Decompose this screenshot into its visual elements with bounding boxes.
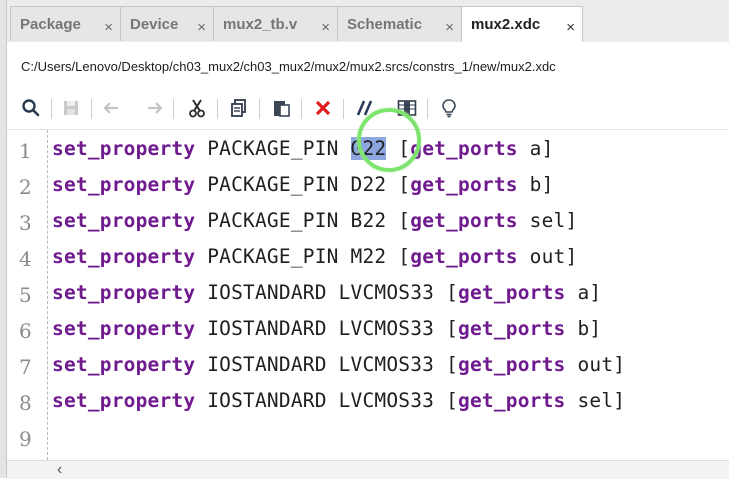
close-icon[interactable]: ×	[197, 19, 206, 36]
code-editor[interactable]: 1 set_property PACKAGE_PIN G22 [get_port…	[7, 130, 729, 460]
close-icon[interactable]: ×	[104, 19, 113, 36]
tab-label: Package	[20, 16, 81, 33]
window-border	[0, 0, 7, 478]
tab-mux2-xdc[interactable]: mux2.xdc ×	[461, 6, 583, 42]
tab-label: mux2_tb.v	[223, 16, 298, 33]
line-number: 4	[19, 247, 32, 271]
code-line[interactable]: 5 set_property IOSTANDARD LVCMOS33 [get_…	[7, 276, 729, 312]
line-number: 9	[19, 427, 32, 451]
save-icon[interactable]	[59, 96, 83, 120]
code-text[interactable]: set_property PACKAGE_PIN M22 [get_ports …	[52, 245, 577, 268]
line-number: 6	[19, 319, 32, 343]
line-number: 1	[19, 139, 32, 163]
paste-icon[interactable]	[269, 96, 293, 120]
redo-icon[interactable]	[141, 96, 165, 120]
scroll-left-icon[interactable]: ‹	[57, 461, 62, 479]
tab-schematic[interactable]: Schematic ×	[337, 6, 462, 41]
code-text[interactable]: set_property PACKAGE_PIN D22 [get_ports …	[52, 173, 554, 196]
tab-package[interactable]: Package ×	[10, 6, 121, 41]
tab-label: Device	[130, 16, 179, 33]
line-number: 5	[19, 283, 32, 307]
tab-bar: Package × Device × mux2_tb.v × Schematic…	[7, 0, 729, 43]
line-number: 7	[19, 355, 32, 379]
tab-label: Schematic	[347, 16, 423, 33]
code-line[interactable]: 9	[7, 420, 729, 456]
code-text[interactable]: set_property IOSTANDARD LVCMOS33 [get_po…	[52, 389, 625, 412]
close-icon[interactable]: ×	[445, 19, 454, 36]
code-text[interactable]: set_property IOSTANDARD LVCMOS33 [get_po…	[52, 353, 625, 376]
close-icon[interactable]: ×	[321, 19, 330, 36]
code-text[interactable]: set_property PACKAGE_PIN G22 [get_ports …	[52, 137, 554, 160]
lightbulb-icon[interactable]	[437, 96, 461, 120]
undo-icon[interactable]	[101, 96, 125, 120]
file-path: C:/Users/Lenovo/Desktop/ch03_mux2/ch03_m…	[21, 59, 556, 74]
tab-device[interactable]: Device ×	[120, 6, 214, 41]
code-text[interactable]: set_property IOSTANDARD LVCMOS33 [get_po…	[52, 281, 601, 304]
code-line[interactable]: 3 set_property PACKAGE_PIN B22 [get_port…	[7, 204, 729, 240]
code-text[interactable]: set_property IOSTANDARD LVCMOS33 [get_po…	[52, 317, 601, 340]
tab-mux2-tb[interactable]: mux2_tb.v ×	[213, 6, 338, 41]
tab-label: mux2.xdc	[471, 16, 541, 33]
code-line[interactable]: 2 set_property PACKAGE_PIN D22 [get_port…	[7, 168, 729, 204]
code-line[interactable]: 6 set_property IOSTANDARD LVCMOS33 [get_…	[7, 312, 729, 348]
delete-icon[interactable]	[311, 96, 335, 120]
cut-icon[interactable]	[185, 96, 209, 120]
cursor-highlight-ring	[357, 108, 421, 172]
code-text[interactable]: set_property PACKAGE_PIN B22 [get_ports …	[52, 209, 577, 232]
editor-window: Package × Device × mux2_tb.v × Schematic…	[0, 0, 729, 479]
copy-icon[interactable]	[227, 96, 251, 120]
file-path-bar: C:/Users/Lenovo/Desktop/ch03_mux2/ch03_m…	[7, 42, 729, 88]
code-line[interactable]: 4 set_property PACKAGE_PIN M22 [get_port…	[7, 240, 729, 276]
line-number: 3	[19, 211, 32, 235]
line-number: 8	[19, 391, 32, 415]
close-icon[interactable]: ×	[566, 19, 575, 36]
search-icon[interactable]	[19, 96, 43, 120]
line-number: 2	[19, 175, 32, 199]
code-line[interactable]: 7 set_property IOSTANDARD LVCMOS33 [get_…	[7, 348, 729, 384]
horizontal-scrollbar[interactable]: ‹	[7, 460, 729, 479]
code-line[interactable]: 8 set_property IOSTANDARD LVCMOS33 [get_…	[7, 384, 729, 420]
